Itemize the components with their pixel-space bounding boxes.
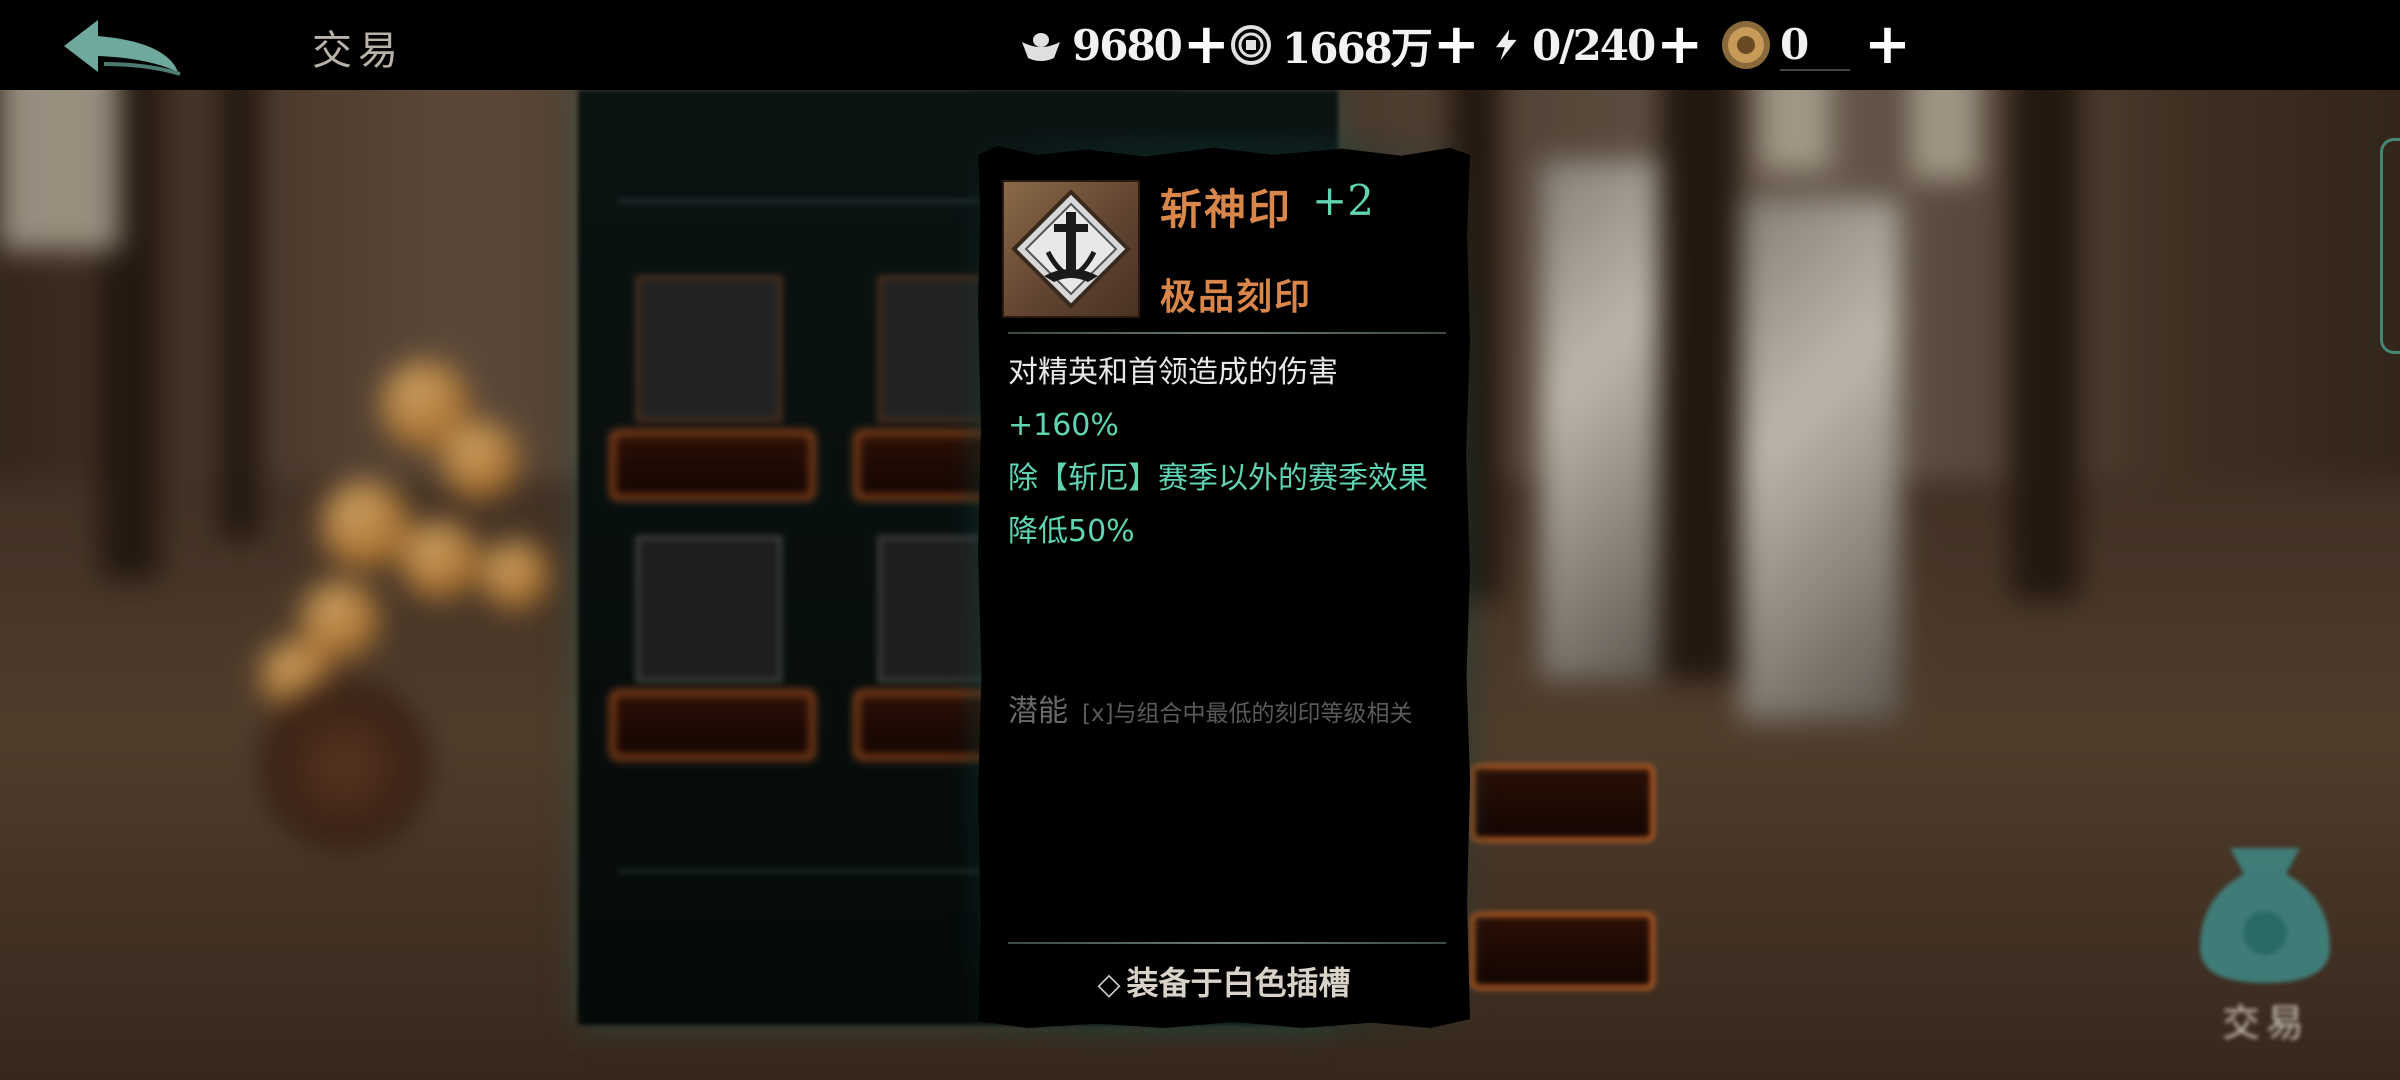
energy-add-button[interactable]: +: [1656, 17, 1703, 73]
medallion-add-button[interactable]: +: [1864, 17, 1911, 73]
energy-resource: 0/240 +: [1490, 14, 1703, 76]
header-divider: [1008, 332, 1446, 334]
screen-title: 交易: [312, 28, 404, 74]
potential-row: 潜能 [x]与组合中最低的刻印等级相关: [1008, 686, 1413, 730]
energy-value: 0/240: [1532, 20, 1656, 70]
item-icon-frame: [1002, 180, 1140, 318]
coin-resource: 1668万 +: [1228, 14, 1480, 76]
silver-ingot-icon: [1022, 33, 1060, 61]
gold-medallion-icon: [1722, 21, 1770, 69]
item-level: +2: [1312, 176, 1374, 225]
equip-slot-info: ◇ 装备于白色插槽: [978, 958, 1470, 1004]
side-action-button-2[interactable]: [1470, 912, 1655, 990]
item-effect-1: 对精英和首领造成的伤害 +160%: [1008, 346, 1444, 452]
sword-seal-icon: [1011, 189, 1131, 309]
effect-1-text: 对精英和首领造成的伤害: [1008, 355, 1338, 390]
silver-resource: 9680 +: [1018, 14, 1230, 76]
potential-label: 潜能: [1008, 694, 1068, 729]
side-tab-edge[interactable]: [2380, 138, 2400, 354]
effect-1-value: +160%: [1008, 408, 1119, 443]
trade-bag-icon[interactable]: [2190, 838, 2340, 988]
coin-value: 1668万: [1282, 23, 1433, 73]
silver-value: 9680: [1072, 20, 1183, 70]
equip-slot-text: 装备于白色插槽: [1126, 964, 1351, 1002]
diamond-outline-icon: ◇: [1097, 967, 1121, 1002]
item-tooltip: 斩神印 +2 极品刻印 对精英和首领造成的伤害 +160% 除【斩厄】赛季以外的赛…: [978, 146, 1470, 1028]
top-bar: 交易 9680 + 1668万 + 0/240 + 0 +: [0, 0, 2400, 90]
back-arrow-icon[interactable]: [58, 12, 188, 80]
medallion-value: 0: [1780, 20, 1850, 71]
bag-label: 交易: [2222, 1001, 2311, 1045]
side-action-button-1[interactable]: [1470, 764, 1655, 842]
item-name: 斩神印: [1160, 185, 1293, 234]
coin-add-button[interactable]: +: [1433, 17, 1480, 73]
copper-coin-icon: [1231, 25, 1271, 65]
silver-add-button[interactable]: +: [1183, 17, 1230, 73]
potential-note: [x]与组合中最低的刻印等级相关: [1082, 701, 1413, 727]
footer-divider: [1008, 942, 1446, 944]
lightning-energy-icon: [1495, 29, 1517, 61]
item-effect-2: 除【斩厄】赛季以外的赛季效果降低50%: [1008, 461, 1428, 549]
item-grade: 极品刻印: [1160, 276, 1313, 318]
medallion-resource: 0 +: [1720, 14, 1911, 76]
